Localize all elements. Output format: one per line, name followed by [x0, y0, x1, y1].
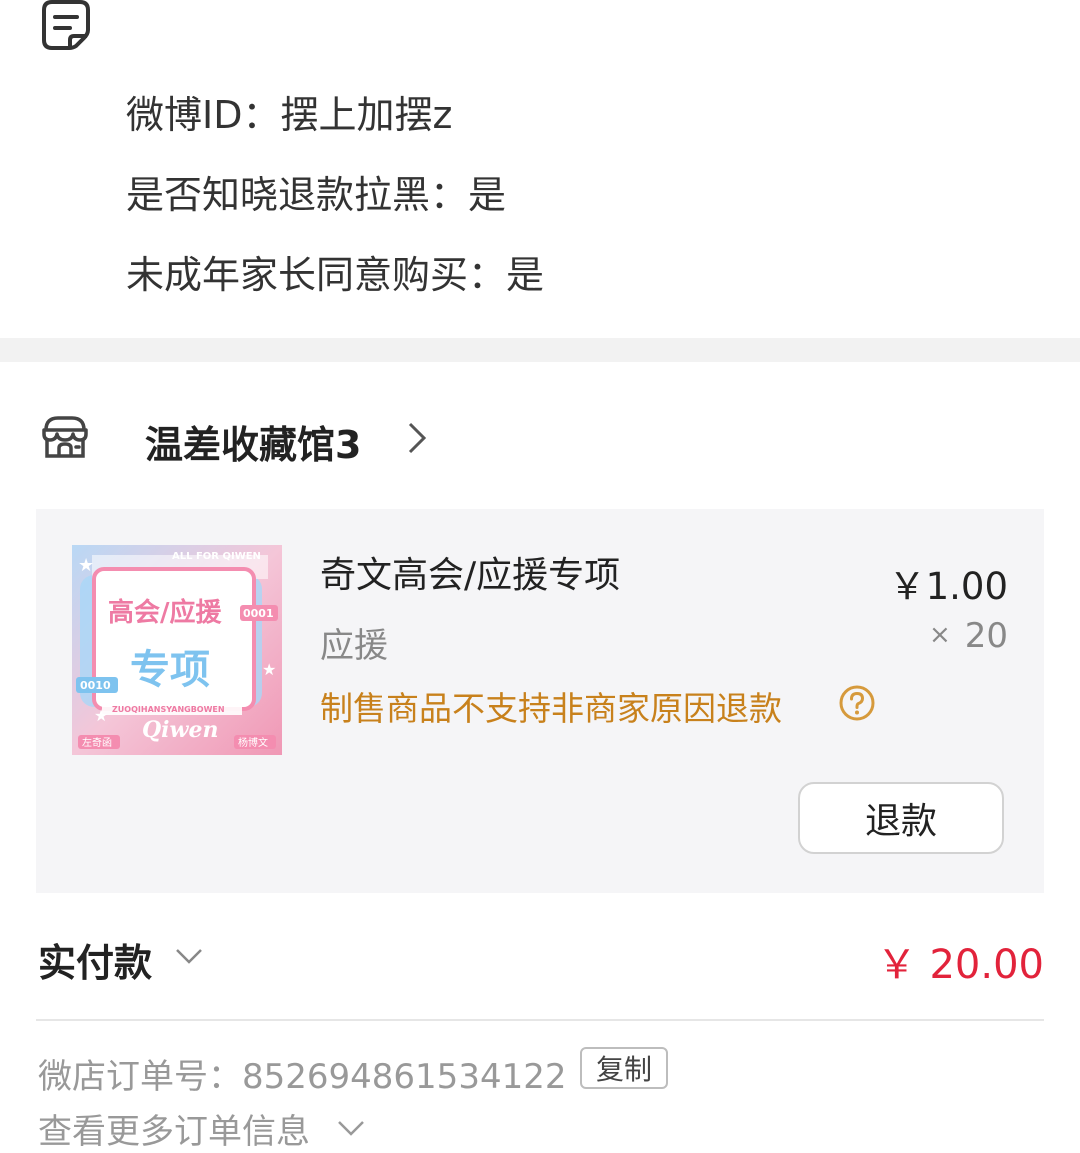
copy-button[interactable]: 复制: [580, 1047, 668, 1089]
note-icon: [42, 0, 90, 50]
product-sku: 应援: [320, 626, 388, 666]
chevron-right-icon[interactable]: [402, 418, 430, 458]
thumb-code-right: 0001: [243, 607, 274, 620]
refund-policy-warning: 制售商品不支持非商家原因退款: [320, 689, 782, 728]
quantity-x: ×: [928, 620, 951, 650]
svg-text:★: ★: [94, 706, 108, 725]
note-refund-blacklist: 是否知晓退款拉黑：是: [126, 173, 507, 217]
quantity-value: 20: [964, 616, 1008, 656]
thumb-badge-right: 杨博文: [238, 736, 268, 749]
product-price: ￥1.00: [888, 565, 1008, 608]
thumb-line1: 高会/应援: [108, 597, 222, 628]
shop-name[interactable]: 温差收藏馆3: [145, 414, 361, 469]
order-number: 微店订单号：852694861534122: [38, 1057, 567, 1097]
svg-text:★: ★: [262, 660, 276, 679]
thumb-line2: 专项: [130, 647, 210, 693]
thumb-badge-left: 左奇函: [82, 736, 112, 749]
product-thumbnail[interactable]: ALL FOR QIWEN 高会/应援 专项 0001 0010 ZUOQIHA…: [72, 545, 282, 755]
note-weibo-id: 微博ID：摆上加摆z: [126, 93, 453, 137]
section-divider: [0, 338, 1080, 362]
thumb-top-text: ALL FOR QIWEN: [172, 551, 261, 562]
chevron-down-icon[interactable]: [174, 944, 204, 968]
chevron-down-icon[interactable]: [336, 1116, 366, 1140]
divider-line: [36, 1019, 1044, 1021]
shop-icon[interactable]: [40, 412, 90, 462]
svg-text:★: ★: [78, 555, 94, 576]
thumb-code-left: 0010: [80, 679, 111, 692]
product-title[interactable]: 奇文高会/应援专项: [320, 546, 620, 598]
refund-button[interactable]: 退款: [798, 782, 1004, 854]
paid-amount: ￥ 20.00: [876, 942, 1044, 988]
product-quantity: × 20: [929, 616, 1008, 656]
question-icon[interactable]: [838, 684, 876, 722]
note-parental-consent: 未成年家长同意购买：是: [126, 253, 545, 297]
thumb-script: Qiwen: [142, 717, 218, 743]
paid-label[interactable]: 实付款: [38, 932, 152, 987]
thumb-subtitle: ZUOQIHANSYANGBOWEN: [112, 705, 225, 714]
